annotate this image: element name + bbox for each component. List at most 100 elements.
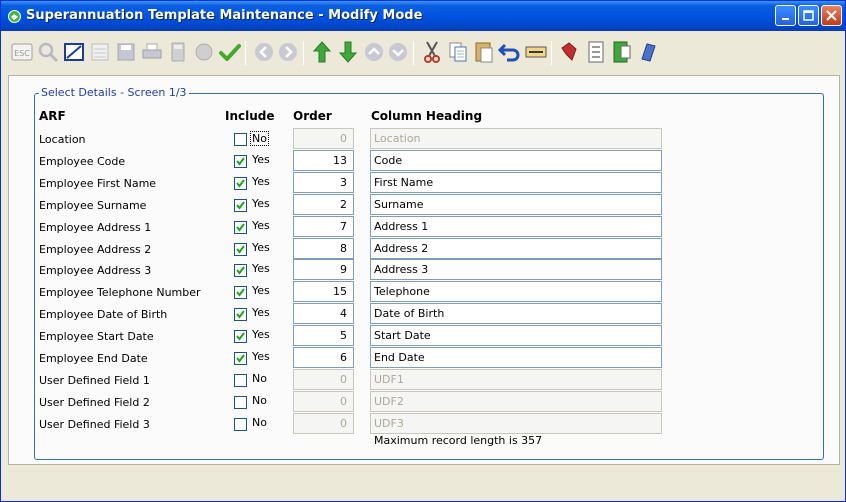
globe-button[interactable]	[191, 37, 217, 67]
svg-text:ESC: ESC	[14, 49, 30, 58]
include-label: Yes	[252, 284, 270, 297]
field-label: Location	[39, 133, 86, 146]
paste-button[interactable]	[471, 37, 497, 67]
minimize-button[interactable]	[775, 5, 796, 26]
include-checkbox[interactable]	[234, 133, 247, 146]
order-field[interactable]: 15	[293, 281, 354, 302]
order-field: 0	[293, 413, 354, 434]
app-window: Superannuation Template Maintenance - Mo…	[0, 0, 846, 502]
previous-button[interactable]	[251, 37, 277, 67]
column-heading-field[interactable]: End Date	[370, 347, 662, 368]
order-field: 0	[293, 391, 354, 412]
sort-az-icon	[588, 41, 604, 63]
column-heading-field[interactable]: Code	[370, 150, 662, 171]
group-legend: Select Details - Screen 1/3	[39, 86, 189, 99]
undo-button[interactable]	[497, 37, 523, 67]
move-up-button[interactable]	[309, 37, 335, 67]
include-label: Yes	[252, 241, 270, 254]
include-checkbox[interactable]	[234, 330, 247, 343]
max-record-length: Maximum record length is 357	[374, 434, 543, 447]
move-down-button[interactable]	[335, 37, 361, 67]
include-checkbox[interactable]	[234, 286, 247, 299]
esc-icon: ESC	[11, 43, 33, 61]
column-heading-field[interactable]: First Name	[370, 172, 662, 193]
column-heading-field[interactable]: Address 2	[370, 238, 662, 259]
include-checkbox[interactable]	[234, 199, 247, 212]
include-label: Yes	[252, 262, 270, 275]
confirm-button[interactable]	[217, 37, 243, 67]
sort-button[interactable]	[583, 37, 609, 67]
include-checkbox[interactable]	[234, 264, 247, 277]
column-heading-field[interactable]: Address 3	[370, 259, 662, 280]
field-label: Employee Date of Birth	[39, 308, 168, 321]
include-label: Yes	[252, 219, 270, 232]
order-field[interactable]: 8	[293, 238, 354, 259]
field-label: User Defined Field 2	[39, 396, 150, 409]
first-button[interactable]	[361, 37, 387, 67]
include-checkbox[interactable]	[234, 352, 247, 365]
bird-button[interactable]	[557, 37, 583, 67]
checkmark-icon	[236, 288, 245, 297]
include-label: Yes	[252, 175, 270, 188]
column-heading-field[interactable]: Surname	[370, 194, 662, 215]
column-heading-field[interactable]: Start Date	[370, 325, 662, 346]
column-header-heading: Column Heading	[371, 109, 483, 123]
search-button[interactable]	[35, 37, 61, 67]
order-field[interactable]: 7	[293, 216, 354, 237]
order-field[interactable]: 6	[293, 347, 354, 368]
include-checkbox[interactable]	[234, 177, 247, 190]
list-icon	[91, 43, 109, 61]
last-button[interactable]	[385, 37, 411, 67]
checkmark-icon	[236, 245, 245, 254]
esc-button[interactable]: ESC	[9, 37, 35, 67]
include-checkbox[interactable]	[234, 308, 247, 321]
cut-button[interactable]	[419, 37, 445, 67]
include-checkbox[interactable]	[234, 155, 247, 168]
copy-button[interactable]	[445, 37, 471, 67]
copy-icon	[449, 42, 467, 62]
field-label: Employee Address 2	[39, 243, 152, 256]
order-field[interactable]: 2	[293, 194, 354, 215]
close-button[interactable]	[821, 5, 842, 26]
order-field[interactable]: 3	[293, 172, 354, 193]
keyboard-button[interactable]	[523, 37, 549, 67]
column-header-arf: ARF	[39, 109, 66, 123]
arrow-up-circle-icon	[365, 43, 383, 61]
calculator-button[interactable]	[165, 37, 191, 67]
calculator-icon	[171, 42, 185, 62]
include-checkbox[interactable]	[234, 374, 247, 387]
export-button[interactable]	[609, 37, 635, 67]
include-checkbox[interactable]	[234, 418, 247, 431]
toolbar: ESC	[5, 33, 841, 73]
column-heading-field[interactable]: Telephone	[370, 281, 662, 302]
include-checkbox[interactable]	[234, 243, 247, 256]
column-heading-field[interactable]: Address 1	[370, 216, 662, 237]
order-field[interactable]: 9	[293, 259, 354, 280]
list-button[interactable]	[87, 37, 113, 67]
checkmark-icon	[236, 332, 245, 341]
undo-icon	[498, 43, 520, 62]
edit-button[interactable]	[61, 37, 87, 67]
field-label: Employee First Name	[39, 177, 157, 190]
order-field[interactable]: 5	[293, 325, 354, 346]
print-button[interactable]	[139, 37, 165, 67]
order-field: 0	[293, 369, 354, 390]
help-button[interactable]	[635, 37, 661, 67]
globe-icon	[195, 43, 213, 61]
cut-icon	[424, 41, 440, 63]
order-field[interactable]: 4	[293, 303, 354, 324]
field-label: Employee Surname	[39, 199, 147, 212]
help-icon	[641, 43, 656, 62]
maximize-button[interactable]	[798, 5, 819, 26]
include-checkbox[interactable]	[234, 221, 247, 234]
include-label: No	[252, 394, 267, 407]
checkmark-icon	[236, 201, 245, 210]
arrow-left-circle-icon	[255, 43, 273, 61]
include-checkbox[interactable]	[234, 396, 247, 409]
save-button[interactable]	[113, 37, 139, 67]
column-heading-field[interactable]: Date of Birth	[370, 303, 662, 324]
title-bar[interactable]: Superannuation Template Maintenance - Mo…	[1, 1, 845, 31]
next-button[interactable]	[275, 37, 301, 67]
column-header-order: Order	[293, 109, 332, 123]
order-field[interactable]: 13	[293, 150, 354, 171]
